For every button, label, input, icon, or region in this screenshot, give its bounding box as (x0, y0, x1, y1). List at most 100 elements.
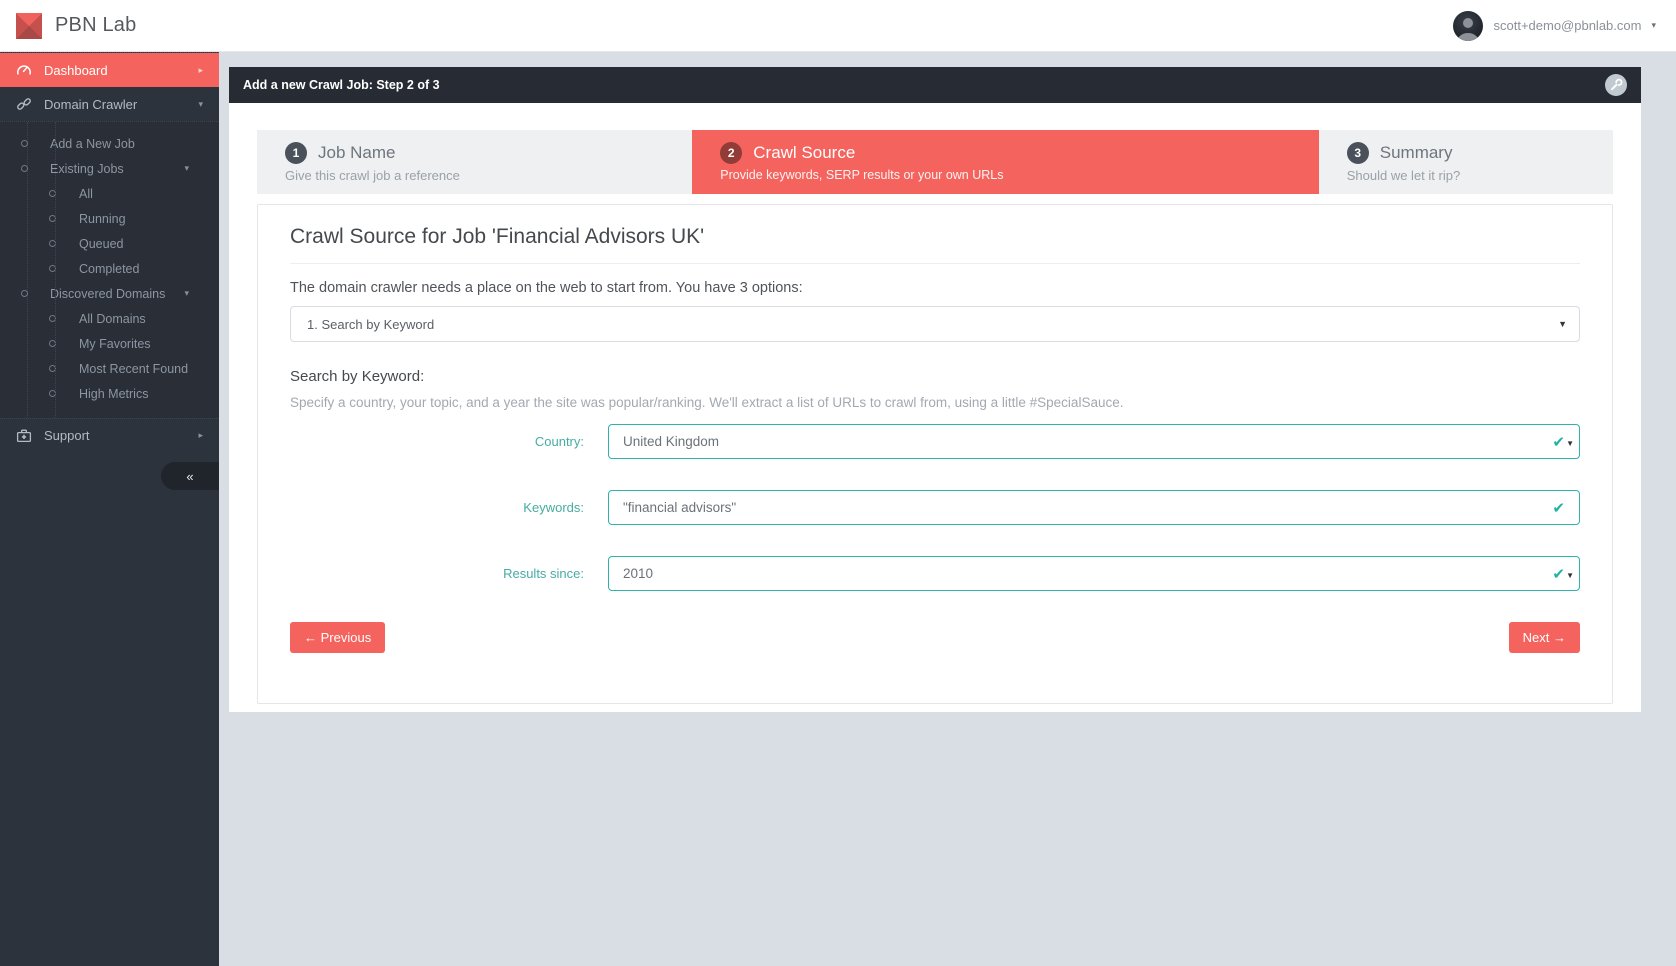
panel-body: 1 Job Name Give this crawl job a referen… (229, 103, 1641, 712)
valid-check-icon: ✔ (1552, 433, 1565, 451)
bullet-icon (49, 265, 56, 272)
bullet-icon (49, 340, 56, 347)
sidebar-item-label: Discovered Domains (50, 287, 165, 301)
card-heading: Crawl Source for Job 'Financial Advisors… (290, 225, 1580, 264)
sidebar-item-jobs-completed[interactable]: Completed (0, 256, 219, 281)
wizard-step-summary[interactable]: 3 Summary Should we let it rip? (1319, 130, 1613, 194)
country-label: Country: (290, 434, 608, 449)
sidebar-item-my-favorites[interactable]: My Favorites (0, 331, 219, 356)
step-number-badge: 2 (720, 142, 742, 164)
sidebar-item-support[interactable]: Support ▸ (0, 418, 219, 452)
country-row: Country: ✔ ▼ (290, 424, 1580, 459)
select-caret-icon: ▼ (1558, 319, 1567, 329)
crawler-intro-text: The domain crawler needs a place on the … (290, 280, 1580, 296)
chevron-right-icon: ▸ (198, 430, 203, 441)
sidebar-item-label: High Metrics (79, 387, 148, 401)
sidebar-item-high-metrics[interactable]: High Metrics (0, 381, 219, 406)
step-number-badge: 1 (285, 142, 307, 164)
sidebar-item-label: All Domains (79, 312, 146, 326)
chevron-down-icon: ▾ (198, 99, 203, 110)
panel-header: Add a new Crawl Job: Step 2 of 3 (229, 67, 1641, 103)
sidebar-item-label: Most Recent Found (79, 362, 188, 376)
chevron-down-icon: ▾ (184, 163, 189, 174)
panel-settings-button[interactable] (1605, 74, 1627, 96)
bullet-icon (21, 140, 28, 147)
bullet-icon (49, 240, 56, 247)
step-subtitle: Provide keywords, SERP results or your o… (720, 168, 1290, 182)
chevron-down-icon: ▾ (1651, 20, 1656, 31)
keywords-input[interactable] (608, 490, 1580, 525)
pbnlab-logo-icon (16, 13, 42, 39)
keywords-label: Keywords: (290, 500, 608, 515)
sidebar-item-label: Running (79, 212, 126, 226)
chevron-right-icon: ▸ (198, 65, 203, 76)
sidebar-item-all-domains[interactable]: All Domains (0, 306, 219, 331)
country-select[interactable] (608, 424, 1580, 459)
user-email: scott+demo@pbnlab.com (1493, 18, 1641, 33)
section-label: Search by Keyword: (290, 368, 1580, 385)
crawl-source-card: Crawl Source for Job 'Financial Advisors… (257, 204, 1613, 704)
main-content: Add Job: Step 2 of 3 time to get crawlin… (219, 0, 1676, 712)
bullet-icon (49, 190, 56, 197)
sidebar-item-label: Existing Jobs (50, 162, 124, 176)
sidebar-item-jobs-all[interactable]: All (0, 181, 219, 206)
sidebar-item-label: All (79, 187, 93, 201)
bullet-icon (49, 315, 56, 322)
results-since-row: Results since: ✔ ▼ (290, 556, 1580, 591)
sidebar-item-add-new-job[interactable]: Add a New Job (0, 131, 219, 156)
crawl-job-panel: Add a new Crawl Job: Step 2 of 3 1 Job N… (229, 67, 1641, 712)
step-subtitle: Should we let it rip? (1347, 168, 1585, 183)
avatar (1453, 11, 1483, 41)
sidebar-item-label: Queued (79, 237, 123, 251)
valid-check-icon: ✔ (1552, 499, 1565, 517)
person-silhouette-icon (1453, 11, 1483, 41)
top-navbar: PBN Lab scott+demo@pbnlab.com ▾ (0, 0, 1676, 52)
sidebar-item-discovered-domains[interactable]: Discovered Domains ▾ (0, 281, 219, 306)
bullet-icon (21, 290, 28, 297)
sidebar-item-label: Dashboard (44, 63, 108, 78)
wizard-steps: 1 Job Name Give this crawl job a referen… (257, 130, 1613, 194)
source-type-selected-value: 1. Search by Keyword (307, 317, 434, 332)
step-number-badge: 3 (1347, 142, 1369, 164)
results-since-select[interactable] (608, 556, 1580, 591)
step-title: Crawl Source (753, 143, 855, 163)
sidebar: Dashboard ▸ Domain Crawler ▾ Add a New J… (0, 52, 219, 966)
step-title: Job Name (318, 143, 395, 163)
wrench-icon (1609, 78, 1623, 92)
keywords-row: Keywords: ✔ (290, 490, 1580, 525)
sidebar-item-jobs-queued[interactable]: Queued (0, 231, 219, 256)
sidebar-item-most-recent-found[interactable]: Most Recent Found (0, 356, 219, 381)
select-caret-icon: ▼ (1566, 439, 1574, 448)
domain-crawler-submenu: Add a New Job Existing Jobs ▾ All Runnin… (0, 121, 219, 418)
sidebar-item-jobs-running[interactable]: Running (0, 206, 219, 231)
user-menu[interactable]: scott+demo@pbnlab.com ▾ (1453, 11, 1656, 41)
wizard-step-job-name[interactable]: 1 Job Name Give this crawl job a referen… (257, 130, 692, 194)
bullet-icon (49, 365, 56, 372)
results-since-label: Results since: (290, 566, 608, 581)
wizard-actions: ← Previous Next → (290, 622, 1580, 653)
sidebar-item-label: Support (44, 428, 90, 443)
gauge-icon (16, 62, 32, 78)
chevron-down-icon: ▾ (184, 288, 189, 299)
step-subtitle: Give this crawl job a reference (285, 168, 664, 183)
wizard-step-crawl-source[interactable]: 2 Crawl Source Provide keywords, SERP re… (692, 130, 1318, 194)
previous-button[interactable]: ← Previous (290, 622, 385, 653)
collapse-chevrons-icon: « (186, 469, 193, 484)
bullet-icon (21, 165, 28, 172)
next-button[interactable]: Next → (1509, 622, 1580, 653)
sidebar-item-domain-crawler[interactable]: Domain Crawler ▾ (0, 87, 219, 121)
sidebar-item-dashboard[interactable]: Dashboard ▸ (0, 53, 219, 87)
bullet-icon (49, 215, 56, 222)
sidebar-item-existing-jobs[interactable]: Existing Jobs ▾ (0, 156, 219, 181)
bullet-icon (49, 390, 56, 397)
medkit-icon (16, 428, 32, 444)
chain-link-icon (16, 96, 32, 112)
source-type-select[interactable]: 1. Search by Keyword ▼ (290, 306, 1580, 342)
step-title: Summary (1380, 143, 1453, 163)
brand-name: PBN Lab (55, 14, 136, 37)
sidebar-item-label: Add a New Job (50, 137, 135, 151)
brand[interactable]: PBN Lab (16, 13, 136, 39)
sidebar-collapse-button[interactable]: « (161, 462, 219, 490)
sidebar-item-label: Domain Crawler (44, 97, 137, 112)
sidebar-item-label: My Favorites (79, 337, 151, 351)
